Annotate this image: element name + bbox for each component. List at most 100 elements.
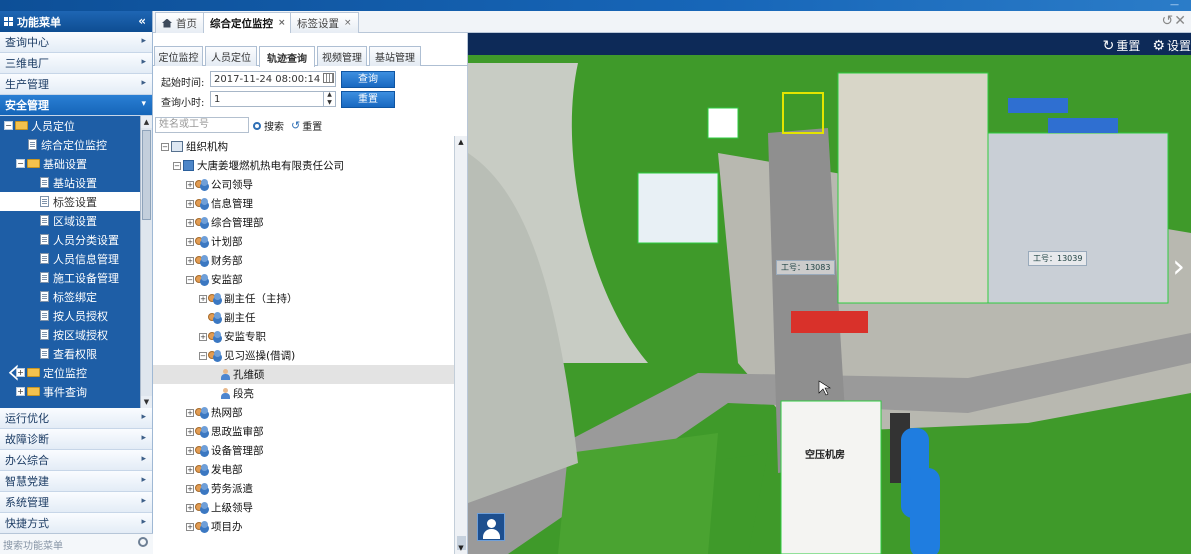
expand-icon[interactable]: + [186, 522, 194, 531]
tree-node-person-info[interactable]: 人员信息管理 [40, 249, 119, 268]
tree-node-base-settings[interactable]: − 基础设置 [16, 154, 87, 173]
tree-node-equipment[interactable]: 施工设备管理 [40, 268, 119, 287]
tree-node-tag-settings[interactable]: 标签设置 [0, 192, 141, 211]
tree-dept[interactable]: + 信息管理 [186, 194, 253, 213]
3d-plant-view[interactable]: 工号：13083 工号：13039 空压机房 ↻ 重置 ⚙ 设置 › [468, 33, 1191, 554]
expand-icon[interactable]: + [186, 199, 194, 208]
menu-item-3d-plant[interactable]: 三维电厂 ▸ [0, 53, 152, 74]
person-tag-label[interactable]: 工号：13039 [1028, 251, 1088, 266]
refresh-close-icons[interactable]: ↺✕ [1162, 13, 1187, 29]
tree-node-personnel[interactable]: − 人员定位 [4, 116, 75, 135]
tree-dept[interactable]: + 财务部 [186, 251, 243, 270]
sidebar-scrollbar[interactable]: ▲ ▼ [140, 116, 152, 408]
collapse-icon[interactable]: − [161, 142, 169, 151]
subtab-personnel[interactable]: 人员定位 [205, 46, 257, 66]
close-icon[interactable]: × [344, 18, 352, 28]
scroll-up-icon[interactable]: ▲ [141, 116, 152, 128]
tree-dept[interactable]: + 计划部 [186, 232, 243, 251]
hours-input[interactable]: 1 [210, 91, 336, 107]
menu-item-system[interactable]: 系统管理 ▸ [0, 492, 152, 513]
menu-item-safety[interactable]: 安全管理 ▾ [0, 95, 152, 116]
expand-icon[interactable]: + [186, 237, 194, 246]
collapse-icon[interactable]: − [173, 161, 181, 170]
collapse-icon[interactable]: − [186, 275, 194, 284]
tree-subgroup[interactable]: 副主任 [209, 308, 256, 327]
subtab-station[interactable]: 基站管理 [369, 46, 421, 66]
tab-tag-settings[interactable]: 标签设置 × [290, 12, 359, 33]
expand-icon[interactable]: + [186, 484, 194, 493]
person-tag-label[interactable]: 工号：13083 [776, 260, 836, 275]
query-button[interactable]: 查询 [341, 71, 395, 88]
start-time-input[interactable]: 2017-11-24 08:00:14 [210, 71, 336, 87]
menu-item-shortcuts[interactable]: 快捷方式 ▸ [0, 513, 152, 534]
tree-dept[interactable]: + 设备管理部 [186, 441, 264, 460]
expand-icon[interactable]: + [199, 332, 207, 341]
subtab-video[interactable]: 视频管理 [317, 46, 367, 66]
tree-dept[interactable]: + 思政监审部 [186, 422, 264, 441]
tree-subgroup[interactable]: + 副主任（主持） [199, 289, 298, 308]
tree-company[interactable]: − 大唐姜堰燃机热电有限责任公司 [173, 156, 344, 175]
tree-node-location-monitor[interactable]: + 定位监控 [16, 363, 87, 382]
menu-item-query-center[interactable]: 查询中心 ▸ [0, 32, 152, 53]
expand-icon[interactable]: + [186, 446, 194, 455]
user-avatar-button[interactable] [477, 513, 505, 541]
sidebar-search-input[interactable]: 搜索功能菜单 [0, 533, 153, 554]
tab-home[interactable]: 首页 [155, 12, 204, 33]
tree-dept[interactable]: + 劳务派遣 [186, 479, 253, 498]
tree-person[interactable]: 段亮 [221, 384, 254, 403]
expand-icon[interactable]: + [186, 256, 194, 265]
stepper-icon[interactable]: ▲ ▼ [323, 91, 335, 107]
scroll-down-icon[interactable]: ▼ [141, 396, 152, 408]
view-reset-button[interactable]: ↻ 重置 [1103, 37, 1141, 54]
expand-icon[interactable]: + [186, 180, 194, 189]
subtab-location-monitor[interactable]: 定位监控 [154, 46, 203, 66]
expand-icon[interactable]: + [186, 218, 194, 227]
close-icon[interactable]: × [278, 18, 286, 28]
tree-node-station-settings[interactable]: 基站设置 [40, 173, 97, 192]
tree-node-view-permission[interactable]: 查看权限 [40, 344, 97, 363]
tree-dept[interactable]: + 项目办 [186, 517, 243, 536]
chevron-left-icon[interactable]: ‹ [6, 352, 21, 390]
scroll-down-icon[interactable]: ▼ [455, 542, 467, 554]
view-settings-button[interactable]: ⚙ 设置 [1152, 37, 1191, 54]
tree-node-event-query[interactable]: + 事件查询 [16, 382, 87, 401]
collapse-icon[interactable]: − [16, 159, 25, 168]
menu-item-production[interactable]: 生产管理 ▸ [0, 74, 152, 95]
calendar-icon[interactable] [323, 73, 334, 83]
menu-item-office[interactable]: 办公综合 ▸ [0, 450, 152, 471]
search-icon[interactable] [138, 537, 148, 547]
expand-icon[interactable]: + [186, 503, 194, 512]
expand-icon[interactable]: + [186, 408, 194, 417]
collapse-icon[interactable]: − [4, 121, 13, 130]
menu-item-fault-diagnosis[interactable]: 故障诊断 ▸ [0, 429, 152, 450]
tree-node-auth-area[interactable]: 按区域授权 [40, 325, 108, 344]
tree-dept[interactable]: + 综合管理部 [186, 213, 264, 232]
tree-dept[interactable]: + 公司领导 [186, 175, 253, 194]
chevron-right-icon[interactable]: › [1172, 247, 1185, 285]
collapse-icon[interactable]: − [199, 351, 207, 360]
menu-item-operation-opt[interactable]: 运行优化 ▸ [0, 408, 152, 429]
tree-dept[interactable]: + 热网部 [186, 403, 243, 422]
tab-integrated-monitor[interactable]: 综合定位监控 × [203, 12, 293, 33]
expand-icon[interactable]: + [199, 294, 207, 303]
expand-icon[interactable]: + [186, 427, 194, 436]
tree-dept[interactable]: + 上级领导 [186, 498, 253, 517]
tree-node-area-settings[interactable]: 区域设置 [40, 211, 97, 230]
search-button[interactable]: 搜索 [253, 118, 284, 133]
scroll-thumb[interactable] [142, 130, 151, 220]
tree-dept[interactable]: + 发电部 [186, 460, 243, 479]
menu-item-party[interactable]: 智慧党建 ▸ [0, 471, 152, 492]
tree-scrollbar[interactable]: ▲ ▼ [454, 136, 467, 554]
name-or-id-input[interactable]: 姓名或工号 [155, 117, 249, 133]
tree-node-auth-person[interactable]: 按人员授权 [40, 306, 108, 325]
tree-dept-anjian[interactable]: − 安监部 [186, 270, 243, 289]
expand-icon[interactable]: + [186, 465, 194, 474]
collapse-sidebar-icon[interactable]: « [138, 14, 146, 28]
scroll-up-icon[interactable]: ▲ [455, 136, 467, 148]
tree-subgroup[interactable]: − 见习巡操(借调) [199, 346, 295, 365]
tree-node-person-category[interactable]: 人员分类设置 [40, 230, 119, 249]
reset-search-button[interactable]: ↺ 重置 [291, 118, 322, 133]
tree-node-tag-bind[interactable]: 标签绑定 [40, 287, 97, 306]
reset-button[interactable]: 重置 [341, 91, 395, 108]
tree-person[interactable]: 孔维硕 [153, 365, 454, 384]
